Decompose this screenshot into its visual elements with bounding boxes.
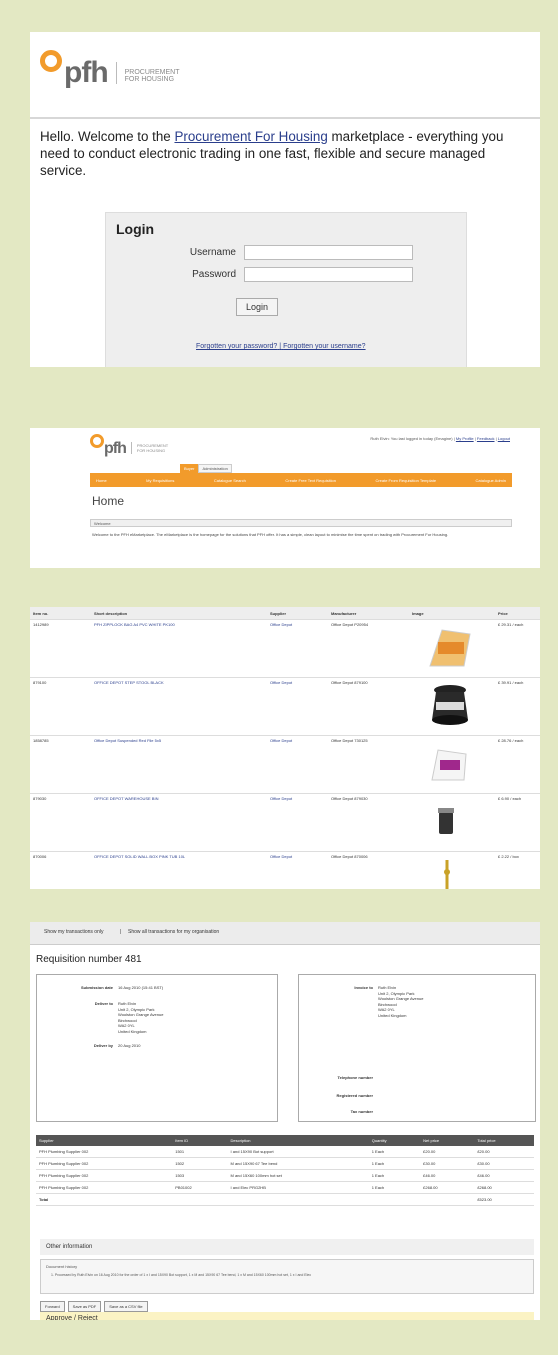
forgot-password-link[interactable]: Forgotten your password? — [196, 343, 277, 350]
table-row[interactable]: 1412989 PFH ZIPPLOCK BAG A4 PVC WHITE PK… — [30, 619, 540, 678]
file-folder-icon — [431, 749, 467, 781]
welcome-bar: Welcome — [90, 519, 512, 527]
tab-all-transactions[interactable]: Show all transactions for my organisatio… — [128, 929, 219, 935]
requisition-items-table: Supplier Item ID Description Quantity Ne… — [36, 1135, 534, 1206]
password-label: Password — [192, 269, 236, 280]
login-button[interactable]: Login — [236, 298, 278, 316]
paperclip-icon — [444, 860, 450, 889]
table-row[interactable]: 870006 OFFICE DEPOT SOLID WALL BOX PINK … — [30, 851, 540, 889]
product-link[interactable]: Office Depot Suspended Red File 5x5 — [91, 735, 267, 794]
forward-button[interactable]: Forward — [40, 1301, 65, 1312]
supplier-link[interactable]: Office Depot — [267, 677, 328, 736]
table-row: PFH Plumbing Supplier 002 1503 M and 15X… — [36, 1169, 534, 1182]
supplier-link[interactable]: Office Depot — [267, 619, 328, 678]
save-pdf-button[interactable]: Save as PDF — [67, 1301, 102, 1312]
product-link[interactable]: OFFICE DEPOT WAREHOUSE BIN — [91, 793, 267, 852]
deliver-to-address: Ruth Elvin Unit 2, Olympic Park Woolston… — [118, 1001, 164, 1034]
menu-my-requisitions[interactable]: My Requisitions — [146, 478, 174, 483]
user-bar: Ruth Elvin: You last logged in today (Em… — [370, 436, 510, 441]
password-row: Password — [146, 267, 413, 282]
header-divider — [30, 117, 540, 119]
table-header: Item no. Short description Supplier Manu… — [30, 607, 540, 620]
role-tabs: Buyer Administration — [180, 464, 232, 473]
page-title: Requisition number 481 — [36, 954, 142, 965]
logo-text: pfh — [64, 56, 109, 89]
home-screenshot: pfh PROCUREMENT FOR HOUSING Ruth Elvin: … — [30, 428, 540, 568]
action-buttons: Forward Save as PDF Save as a CSV file — [40, 1301, 148, 1312]
table-row[interactable]: 879100 OFFICE DEPOT STEP STOOL BLACK Off… — [30, 677, 540, 736]
login-box: Login Username Password Login Forgotten … — [105, 212, 467, 367]
username-label: Username — [189, 247, 236, 258]
menu-free-text[interactable]: Create Free Text Requisition — [285, 478, 336, 483]
step-stool-icon — [432, 685, 468, 725]
welcome-text: Welcome to the PFH eMarketplace. The eMa… — [92, 532, 449, 537]
login-screenshot: pfh PROCUREMENT FOR HOUSING Hello. Welco… — [30, 32, 540, 367]
feedback-link[interactable]: Feedback — [477, 436, 495, 441]
pfh-logo: pfh PROCUREMENT FOR HOUSING — [40, 50, 179, 90]
page-title: Home — [92, 494, 125, 508]
tab-buyer[interactable]: Buyer — [180, 464, 199, 473]
product-link[interactable]: OFFICE DEPOT SOLID WALL BOX PINK TUB 10L — [91, 851, 267, 889]
login-title: Login — [116, 221, 155, 237]
table-row: PFH Plumbing Supplier 002 PB01002 I and … — [36, 1181, 534, 1194]
catalogue-table: Item no. Short description Supplier Manu… — [30, 607, 540, 889]
logo-tagline: PROCUREMENT FOR HOUSING — [124, 68, 180, 84]
pfh-logo-small: pfh PROCUREMENT FOR HOUSING — [90, 434, 168, 458]
table-header: Supplier Item ID Description Quantity Ne… — [36, 1135, 534, 1146]
product-link[interactable]: OFFICE DEPOT STEP STOOL BLACK — [91, 677, 267, 736]
product-image — [412, 854, 492, 889]
product-link[interactable]: PFH ZIPPLOCK BAG A4 PVC WHITE PK100 — [91, 619, 267, 678]
table-row[interactable]: 879030 OFFICE DEPOT WAREHOUSE BIN Office… — [30, 793, 540, 852]
tab-my-transactions[interactable]: Show my transactions only — [44, 929, 103, 935]
product-image — [412, 796, 492, 846]
logo-divider — [115, 62, 117, 84]
menu-catalogue-search[interactable]: Catalogue Search — [214, 478, 246, 483]
supplier-link[interactable]: Office Depot — [267, 735, 328, 794]
menu-catalogue-admin[interactable]: Catalogue Admin — [476, 478, 506, 483]
pfh-logo-ring-icon — [90, 434, 104, 448]
delivery-panel: Submission date 16 Aug 2010 (15:41 BST) D… — [36, 974, 278, 1122]
waste-bin-icon — [438, 808, 454, 834]
invoice-address: Ruth Elvin Unit 2, Olympic Park Woolston… — [378, 985, 424, 1018]
logout-link[interactable]: Logout — [498, 436, 510, 441]
document-history: Document history 1. Processed by Ruth El… — [40, 1259, 534, 1294]
save-csv-button[interactable]: Save as a CSV file — [104, 1301, 148, 1312]
username-row: Username — [146, 245, 413, 260]
supplier-link[interactable]: Office Depot — [267, 793, 328, 852]
table-row: PFH Plumbing Supplier 002 1502 M and 15X… — [36, 1157, 534, 1170]
invoice-panel: Invoice to Ruth Elvin Unit 2, Olympic Pa… — [298, 974, 536, 1122]
total-row: Total £523.00 — [36, 1193, 534, 1206]
tab-administration[interactable]: Administration — [198, 464, 232, 473]
password-input[interactable] — [244, 267, 413, 282]
product-image — [412, 622, 492, 672]
product-image — [412, 680, 492, 730]
forgotten-links: Forgotten your password? | Forgotten you… — [196, 343, 366, 350]
username-input[interactable] — [244, 245, 413, 260]
menu-template[interactable]: Create From Requisition Template — [375, 478, 436, 483]
catalogue-screenshot: Item no. Short description Supplier Manu… — [30, 607, 540, 889]
forgot-username-link[interactable]: Forgotten your username? — [283, 343, 366, 350]
menu-home[interactable]: Home — [96, 478, 107, 483]
supplier-link[interactable]: Office Depot — [267, 851, 328, 889]
table-row: PFH Plumbing Supplier 002 1501 I and 15X… — [36, 1146, 534, 1158]
main-menu: Home My Requisitions Catalogue Search Cr… — [90, 473, 512, 487]
approve-reject-header: Approve / Reject — [40, 1312, 534, 1320]
other-information-header: Other information — [40, 1239, 534, 1255]
total-value: £523.00 — [474, 1193, 534, 1206]
transactions-tabs: Show my transactions only | Show all tra… — [30, 922, 540, 945]
card-stand-icon — [429, 629, 471, 667]
requisition-screenshot: Show my transactions only | Show all tra… — [30, 922, 540, 1320]
my-profile-link[interactable]: My Profile — [456, 436, 474, 441]
table-row[interactable]: 1858785 Office Depot Suspended Red File … — [30, 735, 540, 794]
pfh-link[interactable]: Procurement For Housing — [174, 129, 327, 144]
product-image — [412, 738, 492, 788]
pfh-logo-ring-icon — [40, 50, 62, 72]
welcome-message: Hello. Welcome to the Procurement For Ho… — [40, 129, 504, 178]
